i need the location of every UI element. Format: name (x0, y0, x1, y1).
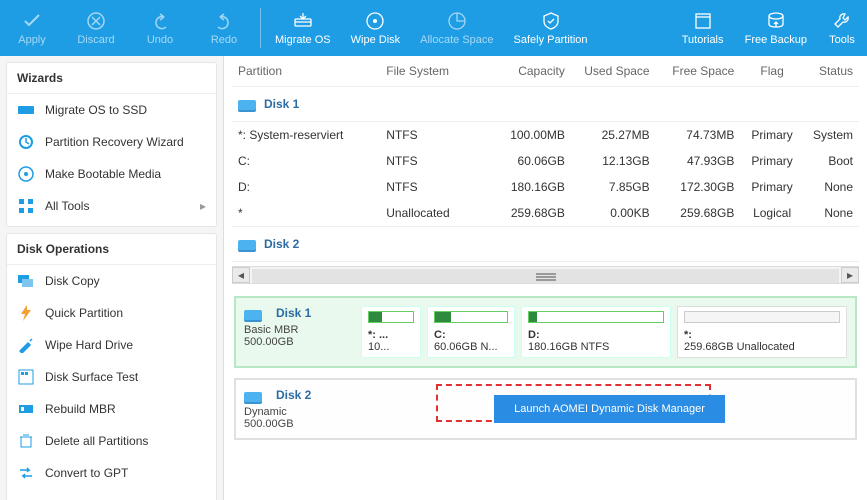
wizards-header: Wizards (7, 63, 216, 94)
sidebar-item-label: Delete all Partitions (45, 434, 148, 448)
sidebar-item-label: Disk Surface Test (45, 370, 138, 384)
sidebar-item-ssd-erase[interactable]: SSD Secure Erase (7, 489, 216, 500)
sidebar-item-label: Wipe Hard Drive (45, 338, 133, 352)
partition-block[interactable]: *:259.68GB Unallocated (677, 306, 847, 358)
disk-icon (244, 392, 262, 402)
sidebar-item-partition-recovery[interactable]: Partition Recovery Wizard (7, 126, 216, 158)
discard-button[interactable]: Discard (64, 0, 128, 56)
mbr-icon (17, 400, 35, 418)
disk-ops-header: Disk Operations (7, 234, 216, 265)
redo-button[interactable]: Redo (192, 0, 256, 56)
book-icon (692, 10, 714, 32)
partition-row[interactable]: C:NTFS60.06GB12.13GB47.93GBPrimaryBoot (232, 148, 859, 174)
sidebar-item-label: Rebuild MBR (45, 402, 116, 416)
ssd-icon (17, 101, 35, 119)
wrench-icon (831, 10, 853, 32)
sidebar-item-quick-partition[interactable]: Quick Partition (7, 297, 216, 329)
sidebar-item-all-tools[interactable]: All Tools ▸ (7, 190, 216, 222)
content-area: Partition File System Capacity Used Spac… (224, 56, 867, 500)
sidebar-item-rebuild-mbr[interactable]: Rebuild MBR (7, 393, 216, 425)
undo-icon (149, 10, 171, 32)
free-backup-button[interactable]: Free Backup (735, 0, 817, 56)
disk-layout-area: Disk 1 Basic MBR 500.00GB *: ...10...C:6… (224, 290, 867, 456)
sidebar-item-wipe-drive[interactable]: Wipe Hard Drive (7, 329, 216, 361)
sidebar-item-label: Disk Copy (45, 274, 100, 288)
disk-ops-panel: Disk Operations Disk Copy Quick Partitio… (6, 233, 217, 500)
check-icon (21, 10, 43, 32)
disk-layout-row-2[interactable]: Disk 2 Dynamic 500.00GB Launch AOMEI Dyn… (234, 378, 857, 440)
disk-header-row[interactable]: Disk 2 (232, 227, 859, 262)
backup-icon (765, 10, 787, 32)
sidebar-item-label: All Tools (45, 199, 89, 213)
partition-row[interactable]: *Unallocated259.68GB0.00KB259.68GBLogica… (232, 200, 859, 227)
sidebar-item-label: Make Bootable Media (45, 167, 161, 181)
horizontal-scrollbar[interactable]: ◂ ▸ (232, 266, 859, 284)
sidebar-item-migrate-os[interactable]: Migrate OS to SSD (7, 94, 216, 126)
sidebar-item-delete-partitions[interactable]: Delete all Partitions (7, 425, 216, 457)
col-status[interactable]: Status (804, 56, 859, 87)
disc-icon (17, 165, 35, 183)
top-toolbar: Apply Discard Undo Redo Migrate OS Wipe … (0, 0, 867, 56)
col-capacity[interactable]: Capacity (486, 56, 571, 87)
migrate-os-button[interactable]: Migrate OS (265, 0, 341, 56)
test-icon (17, 368, 35, 386)
disk-info: Disk 1 Basic MBR 500.00GB (244, 306, 353, 358)
sidebar-item-label: Migrate OS to SSD (45, 103, 147, 117)
col-used[interactable]: Used Space (571, 56, 656, 87)
delete-icon (17, 432, 35, 450)
launch-dynamic-disk-button[interactable]: Launch AOMEI Dynamic Disk Manager (494, 395, 725, 423)
scroll-right-button[interactable]: ▸ (841, 267, 859, 283)
disk-icon (244, 310, 262, 320)
disk-header-row[interactable]: Disk 1 (232, 87, 859, 122)
sidebar-item-bootable-media[interactable]: Make Bootable Media (7, 158, 216, 190)
chevron-right-icon: ▸ (200, 199, 206, 213)
sidebar-item-label: Partition Recovery Wizard (45, 135, 184, 149)
copy-icon (17, 272, 35, 290)
recovery-icon (17, 133, 35, 151)
erase-icon (17, 496, 35, 500)
col-flag[interactable]: Flag (740, 56, 804, 87)
wizards-panel: Wizards Migrate OS to SSD Partition Reco… (6, 62, 217, 227)
col-free[interactable]: Free Space (656, 56, 741, 87)
col-fs[interactable]: File System (380, 56, 486, 87)
partition-row[interactable]: D:NTFS180.16GB7.85GB172.30GBPrimaryNone (232, 174, 859, 200)
convert-icon (17, 464, 35, 482)
grid-icon (17, 197, 35, 215)
sidebar: Wizards Migrate OS to SSD Partition Reco… (0, 56, 224, 500)
sidebar-item-label: Convert to GPT (45, 466, 128, 480)
partition-block[interactable]: C:60.06GB N... (427, 306, 515, 358)
partition-block[interactable]: *: ...10... (361, 306, 421, 358)
discard-icon (85, 10, 107, 32)
disk-layout-row-1[interactable]: Disk 1 Basic MBR 500.00GB *: ...10...C:6… (234, 296, 857, 368)
col-partition[interactable]: Partition (232, 56, 380, 87)
safely-partition-button[interactable]: Safely Partition (504, 0, 598, 56)
broom-icon (17, 336, 35, 354)
sidebar-item-disk-copy[interactable]: Disk Copy (7, 265, 216, 297)
partition-block[interactable]: D:180.16GB NTFS (521, 306, 671, 358)
redo-icon (213, 10, 235, 32)
pie-icon (446, 10, 468, 32)
drive-icon (292, 10, 314, 32)
sidebar-item-convert-gpt[interactable]: Convert to GPT (7, 457, 216, 489)
partitions-table: Partition File System Capacity Used Spac… (232, 56, 859, 262)
scroll-left-button[interactable]: ◂ (232, 267, 250, 283)
wipe-disk-button[interactable]: Wipe Disk (341, 0, 411, 56)
apply-button[interactable]: Apply (0, 0, 64, 56)
tools-button[interactable]: Tools (817, 0, 867, 56)
shield-icon (540, 10, 562, 32)
lightning-icon (17, 304, 35, 322)
sidebar-item-surface-test[interactable]: Disk Surface Test (7, 361, 216, 393)
tutorials-button[interactable]: Tutorials (671, 0, 735, 56)
allocate-space-button[interactable]: Allocate Space (410, 0, 503, 56)
undo-button[interactable]: Undo (128, 0, 192, 56)
wipe-icon (364, 10, 386, 32)
partition-row[interactable]: *: System-reserviertNTFS100.00MB25.27MB7… (232, 122, 859, 149)
disk-info: Disk 2 Dynamic 500.00GB (244, 388, 364, 430)
sidebar-item-label: Quick Partition (45, 306, 123, 320)
